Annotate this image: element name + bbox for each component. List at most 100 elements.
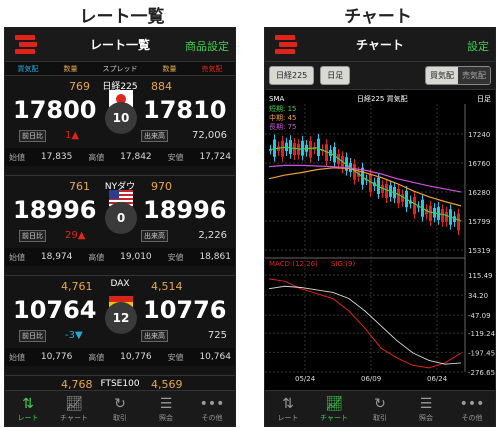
navbar: レート一覧 商品設定 <box>5 28 235 62</box>
settings-button[interactable]: 設定 <box>467 38 489 54</box>
line-chart-icon: 📈︎ <box>325 395 343 412</box>
macd-tick-label: -119.24 <box>468 330 496 338</box>
open-label: 始値 <box>9 152 25 162</box>
sma-mid-label: 中期: 45 <box>269 113 297 122</box>
ask-price[interactable]: 18996 <box>143 196 227 224</box>
volume-label: 出来高 <box>141 130 168 142</box>
tab-rates[interactable]: ⇅ レート <box>265 391 311 426</box>
price-tick-label: 15319 <box>468 247 490 255</box>
quote-card[interactable]: NYダウ 761 970 18996 0 18996 前日比 29▲ 出来高 2… <box>5 176 235 276</box>
tab-inquiry[interactable]: ☰ 照会 <box>143 391 189 426</box>
quote-card[interactable]: DAX 4,761 4,514 10764 12 10776 前日比 -3▼ 出… <box>5 276 235 376</box>
ask-price[interactable]: 17810 <box>143 96 227 124</box>
sma-short-label: 短期: 15 <box>269 104 297 113</box>
macd-tick-label: -197.45 <box>468 349 495 357</box>
bid-price[interactable]: 10764 <box>13 296 97 324</box>
more-dots-icon: ••• <box>199 395 225 412</box>
x-tick-label: 05/24 <box>295 375 316 383</box>
candle-body <box>317 138 320 157</box>
column-legend: 買気配 数量 スプレッド 数量 売気配 <box>5 62 235 76</box>
left-caption: レート一覧 <box>79 7 165 27</box>
low-label: 安値 <box>167 152 184 162</box>
candle-body <box>301 140 304 156</box>
candle-body <box>369 174 372 192</box>
symbol-selector[interactable]: 日経225 <box>269 66 315 85</box>
tab-trade[interactable]: ↻ 取引 <box>97 391 143 426</box>
signal-label: SIG:(9) <box>331 260 355 268</box>
prev-day-label: 前日比 <box>19 330 46 342</box>
product-settings-button[interactable]: 商品設定 <box>185 38 229 54</box>
tab-bar: ⇅ レート 📈︎ チャート ↻ 取引 ☰ 照会 ••• その他 <box>5 390 235 426</box>
open-value: 18,974 <box>40 252 73 262</box>
list-icon: ☰ <box>419 395 433 412</box>
legend-ask: 売気配 <box>201 64 223 73</box>
high-label: 高値 <box>88 252 105 262</box>
bid-qty: 4,761 <box>61 280 93 293</box>
tab-other[interactable]: ••• その他 <box>189 391 235 426</box>
volume-value: 2,226 <box>198 230 227 241</box>
list-icon: ☰ <box>159 395 173 412</box>
refresh-icon: ↻ <box>374 395 386 412</box>
bid-qty: 769 <box>69 80 90 93</box>
swap-arrows-icon: ⇅ <box>22 395 34 412</box>
candle-body <box>385 183 388 199</box>
macd-tick-label: 34.20 <box>468 292 488 300</box>
low-value: 18,861 <box>199 252 231 262</box>
tab-label: 取引 <box>373 413 387 422</box>
instrument-name: FTSE100 <box>100 379 140 389</box>
ask-qty: 4,514 <box>151 280 183 293</box>
high-label: 高値 <box>88 152 105 162</box>
quote-card[interactable]: 日経225 769 884 17800 10 17810 前日比 1▲ 出来高 … <box>5 76 235 176</box>
page-title: チャート <box>356 38 404 52</box>
volume-value: 72,006 <box>192 130 227 141</box>
x-tick-label: 06/09 <box>361 375 381 383</box>
price-chart[interactable]: SMA 日経225 買気配 日足 短期: 15 中期: 45 長期: 75 MA… <box>265 90 496 392</box>
tab-label: チャート <box>60 413 88 422</box>
chart-toolbar: 日経225 日足 買気配 売気配 <box>265 62 495 90</box>
tab-inquiry[interactable]: ☰ 照会 <box>403 391 449 426</box>
ask-toggle[interactable]: 売気配 <box>458 67 490 84</box>
candle-body <box>281 140 284 157</box>
tab-chart[interactable]: 📈︎ チャート <box>311 391 357 426</box>
ask-qty: 884 <box>151 80 172 93</box>
ask-price[interactable]: 10776 <box>143 296 227 324</box>
change-value: 29▲ <box>65 230 86 241</box>
rate-list-screen: レート一覧 商品設定 買気配 数量 スプレッド 数量 売気配 日経225 769… <box>4 27 236 427</box>
price-tick-label: 16760 <box>468 160 490 168</box>
right-caption: チャート <box>344 7 412 27</box>
volume-label: 出来高 <box>141 230 168 242</box>
candle-body <box>397 188 400 204</box>
ohl-row: 始値 10,776 高値 10,776 安値 10,764 <box>5 348 235 366</box>
chart-screen: チャート 設定 日経225 日足 買気配 売気配 SMA 日経225 買気配 日… <box>264 27 496 427</box>
tab-label: 取引 <box>113 413 127 422</box>
tab-trade[interactable]: ↻ 取引 <box>357 391 403 426</box>
tab-label: 照会 <box>159 413 173 422</box>
spread-badge: 0 <box>105 202 137 234</box>
legend-spread: スプレッド <box>102 64 138 73</box>
high-value: 10,776 <box>120 352 152 362</box>
tab-chart[interactable]: 📈︎ チャート <box>51 391 97 426</box>
spread-badge: 10 <box>105 102 137 134</box>
low-label: 安値 <box>167 252 184 262</box>
bid-price[interactable]: 18996 <box>13 196 97 224</box>
bid-toggle[interactable]: 買気配 <box>426 67 458 84</box>
macd-tick-label: 115.49 <box>468 272 493 280</box>
tab-bar: ⇅ レート 📈︎ チャート ↻ 取引 ☰ 照会 ••• その他 <box>265 390 495 426</box>
period-selector[interactable]: 日足 <box>320 66 351 85</box>
volume-label: 出来高 <box>141 330 168 342</box>
tab-other[interactable]: ••• その他 <box>449 391 495 426</box>
bid-price[interactable]: 17800 <box>13 96 97 124</box>
refresh-icon: ↻ <box>114 395 126 412</box>
high-value: 19,010 <box>120 252 152 262</box>
price-tick-label: 16280 <box>468 189 490 197</box>
tab-label: チャート <box>320 413 348 422</box>
sma-long-label: 長期: 75 <box>269 123 297 131</box>
tab-rates[interactable]: ⇅ レート <box>5 391 51 426</box>
more-dots-icon: ••• <box>459 395 485 412</box>
prev-day-label: 前日比 <box>19 130 46 142</box>
swap-arrows-icon: ⇅ <box>282 395 294 412</box>
ohl-row: 始値 17,835 高値 17,842 安値 17,724 <box>5 148 235 166</box>
low-value: 10,764 <box>199 352 231 362</box>
legend-ask-qty: 数量 <box>162 64 177 73</box>
x-tick-label: 06/24 <box>427 375 448 383</box>
